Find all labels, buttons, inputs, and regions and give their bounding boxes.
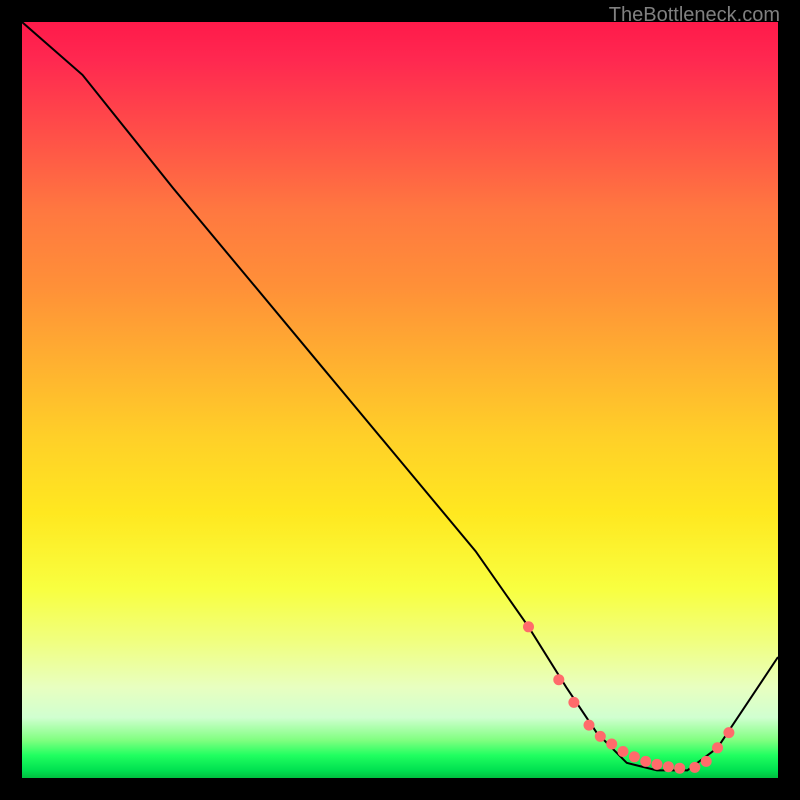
chart-background: [22, 22, 778, 778]
attribution-text: TheBottleneck.com: [609, 4, 780, 27]
